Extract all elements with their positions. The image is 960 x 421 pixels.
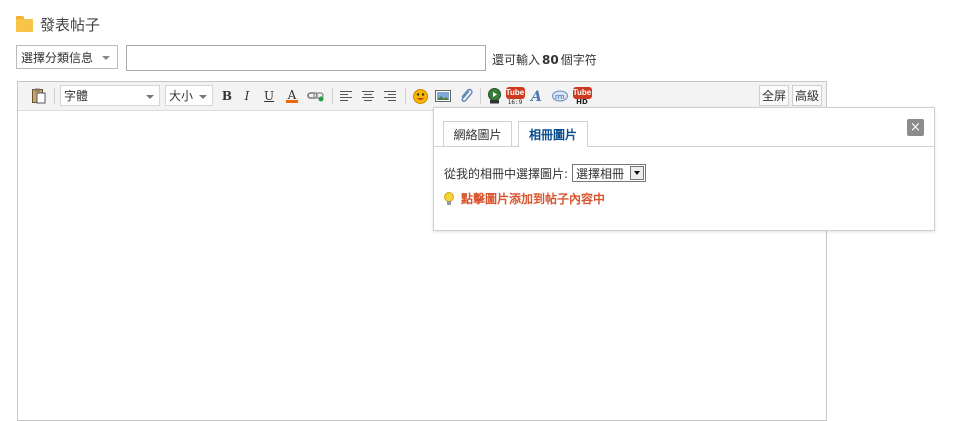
youtube-wide-button[interactable]: Tube 16:9 <box>505 82 525 110</box>
align-center-button[interactable] <box>360 82 376 110</box>
emoticon-icon <box>412 88 428 104</box>
youtube-wide-icon: Tube <box>505 86 525 99</box>
link-icon <box>307 92 324 102</box>
youtube-hd-icon: Tube <box>572 86 592 99</box>
tip-text: 點擊圖片添加到帖子內容中 <box>461 192 606 206</box>
underline-button[interactable]: U <box>261 82 277 110</box>
quote-button[interactable]: rm <box>550 82 570 110</box>
paste-button[interactable] <box>30 82 48 110</box>
image-insert-popup: 網絡圖片 相冊圖片 × 從我的相冊中選擇圖片: 選擇相冊 點擊圖片添加到帖子內容… <box>433 107 935 231</box>
advanced-button[interactable]: 高級 <box>792 85 822 106</box>
flash-icon: A <box>530 89 542 103</box>
attachment-button[interactable] <box>457 82 475 110</box>
font-color-button[interactable]: A <box>283 82 301 110</box>
popup-tabbar: 網絡圖片 相冊圖片 × <box>434 108 934 147</box>
lightbulb-icon <box>444 192 454 205</box>
tab-web-image[interactable]: 網絡圖片 <box>443 121 512 146</box>
align-right-icon <box>384 90 396 101</box>
category-select-value: 選擇分類信息 <box>21 50 94 65</box>
media-button[interactable] <box>485 82 503 110</box>
attach-icon <box>461 88 473 103</box>
link-button[interactable] <box>306 82 326 110</box>
subject-input[interactable] <box>126 45 486 71</box>
align-center-icon <box>362 90 374 101</box>
paste-icon <box>32 88 46 104</box>
tip-row: 點擊圖片添加到帖子內容中 <box>444 190 605 207</box>
bold-button[interactable]: B <box>219 82 235 110</box>
align-right-button[interactable] <box>382 82 398 110</box>
folder-icon <box>16 16 33 32</box>
fullscreen-button[interactable]: 全屏 <box>759 85 789 106</box>
album-label: 從我的相冊中選擇圖片: <box>444 166 569 181</box>
char-count: 80 <box>542 53 559 67</box>
page-title: 發表帖子 <box>16 12 100 36</box>
align-left-button[interactable] <box>338 82 354 110</box>
media-icon <box>487 88 501 104</box>
quote-icon: rm <box>552 90 568 102</box>
close-icon[interactable]: × <box>907 119 924 136</box>
album-select[interactable]: 選擇相冊 <box>572 164 647 182</box>
font-family-select[interactable]: 字體 <box>60 85 160 106</box>
image-button[interactable] <box>434 82 452 110</box>
page-title-text: 發表帖子 <box>40 15 101 34</box>
album-row: 從我的相冊中選擇圖片: 選擇相冊 <box>444 164 647 182</box>
italic-button[interactable]: I <box>239 82 255 110</box>
youtube-hd-button[interactable]: Tube HD <box>572 82 592 110</box>
svg-text:A: A <box>530 89 542 103</box>
chevron-down-icon <box>146 95 154 99</box>
category-select[interactable]: 選擇分類信息 <box>16 45 118 69</box>
chevron-down-icon <box>102 56 110 60</box>
emoticon-button[interactable] <box>411 82 429 110</box>
tab-album-image[interactable]: 相冊圖片 <box>518 121 588 147</box>
image-icon <box>435 90 451 102</box>
svg-text:rm: rm <box>555 93 565 101</box>
align-left-icon <box>340 90 352 101</box>
char-count-hint: 還可輸入 80 個字符 <box>492 53 597 67</box>
chevron-down-icon <box>630 166 645 180</box>
chevron-down-icon <box>199 95 207 99</box>
flash-button[interactable]: A <box>528 82 546 110</box>
font-size-select[interactable]: 大小 <box>165 85 213 106</box>
